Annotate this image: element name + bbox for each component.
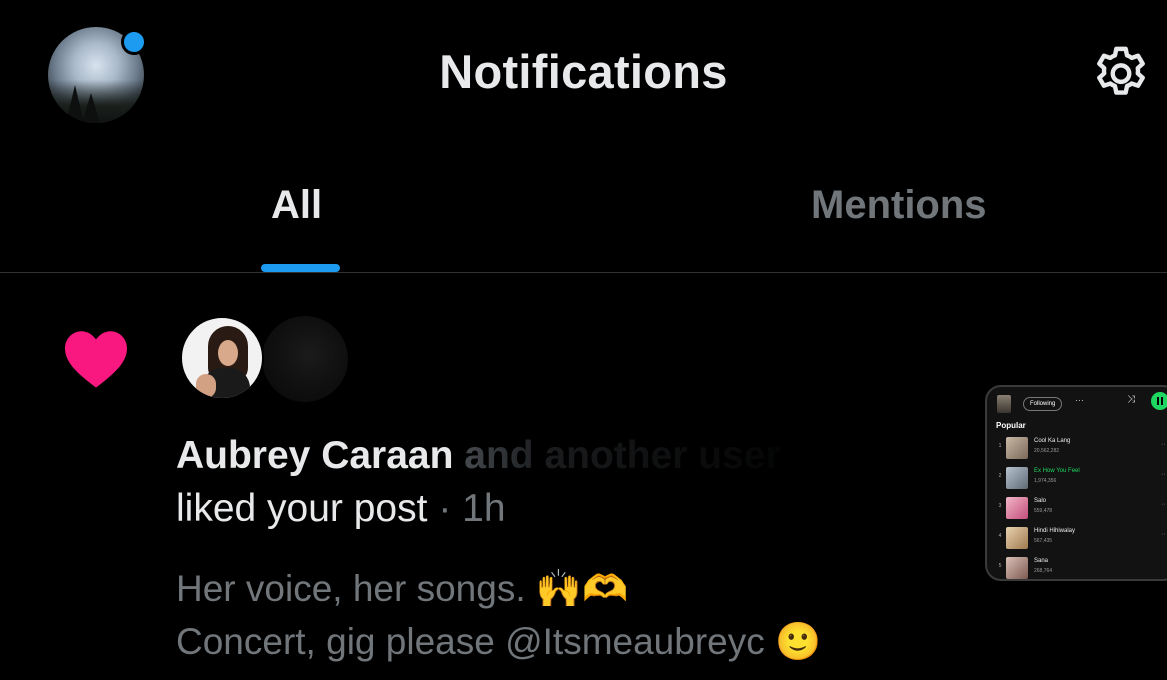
selected-tab-indicator	[261, 264, 340, 272]
more-options-icon[interactable]: ···	[1075, 395, 1084, 405]
track-rank: 3	[998, 503, 1002, 509]
track-more-icon[interactable]: ··	[1161, 501, 1166, 508]
liker-avatar[interactable]	[180, 316, 264, 400]
shuffle-icon[interactable]: ⤨	[1127, 394, 1135, 405]
gear-icon[interactable]	[1088, 42, 1154, 108]
timestamp: 1h	[462, 487, 506, 530]
track-title: Hindi Hihiwalay	[1034, 528, 1076, 534]
action-text: liked your post	[176, 487, 428, 530]
track-rank: 2	[998, 473, 1002, 479]
popular-heading: Popular	[996, 421, 1026, 430]
tab-mentions[interactable]: Mentions	[811, 183, 987, 228]
liker-name-overflow: and another user	[464, 434, 781, 477]
artist-thumbnail	[997, 395, 1011, 413]
liker-name[interactable]: Aubrey Caraan	[176, 434, 453, 477]
tab-all[interactable]: All	[271, 183, 322, 228]
track-rank: 4	[998, 533, 1002, 539]
track-plays: 559,478	[1034, 508, 1053, 514]
track-row[interactable]: 5 Sana 268,764	[996, 555, 1167, 579]
post-line-2: Concert, gig please @Itsmeaubreyc 🙂	[176, 621, 822, 662]
track-thumbnail	[1006, 437, 1028, 459]
heart-icon	[65, 331, 127, 388]
track-title: Sana	[1034, 558, 1049, 564]
track-row[interactable]: 2 Ex How You Feel 1,974,356 ··	[996, 465, 1167, 489]
track-title: Cool Ka Lang	[1034, 438, 1071, 444]
track-thumbnail	[1006, 467, 1028, 489]
notifications-screen: Notifications All Mentions Aubrey Caraan…	[0, 0, 1167, 680]
track-plays: 20,562,282	[1034, 448, 1060, 454]
track-more-icon[interactable]: ··	[1161, 471, 1166, 478]
following-button[interactable]: Following	[1023, 397, 1063, 411]
track-rank: 5	[998, 563, 1002, 569]
liker-avatar-secondary[interactable]	[262, 316, 348, 402]
track-plays: 268,764	[1034, 568, 1053, 574]
post-line-1: Her voice, her songs. 🙌🫶	[176, 568, 629, 609]
track-rank: 1	[998, 443, 1002, 449]
tabs-divider	[0, 272, 1167, 273]
track-thumbnail	[1006, 557, 1028, 579]
separator-dot: ·	[438, 487, 452, 530]
track-thumbnail	[1006, 497, 1028, 519]
spotify-pip-preview[interactable]: Following ··· ⤨ Popular 1 Cool Ka Lang 2…	[985, 385, 1167, 581]
liked-post-text[interactable]: Her voice, her songs. 🙌🫶 Concert, gig pl…	[176, 562, 821, 668]
track-more-icon[interactable]: ··	[1161, 531, 1166, 538]
notification-action: liked your post · 1h	[176, 487, 506, 531]
pause-icon[interactable]	[1151, 392, 1167, 410]
track-plays: 567,435	[1034, 538, 1053, 544]
track-title: Salo	[1034, 498, 1047, 504]
track-plays: 1,974,356	[1034, 478, 1057, 484]
track-thumbnail	[1006, 527, 1028, 549]
page-title: Notifications	[439, 45, 728, 98]
track-row[interactable]: 4 Hindi Hihiwalay 567,435 ··	[996, 525, 1167, 549]
liker-names[interactable]: Aubrey Caraan and another user	[176, 434, 844, 478]
track-more-icon[interactable]: ··	[1161, 441, 1166, 448]
track-row[interactable]: 3 Salo 559,478 ··	[996, 495, 1167, 519]
track-title: Ex How You Feel	[1034, 468, 1080, 474]
track-row[interactable]: 1 Cool Ka Lang 20,562,282 ··	[996, 435, 1167, 459]
